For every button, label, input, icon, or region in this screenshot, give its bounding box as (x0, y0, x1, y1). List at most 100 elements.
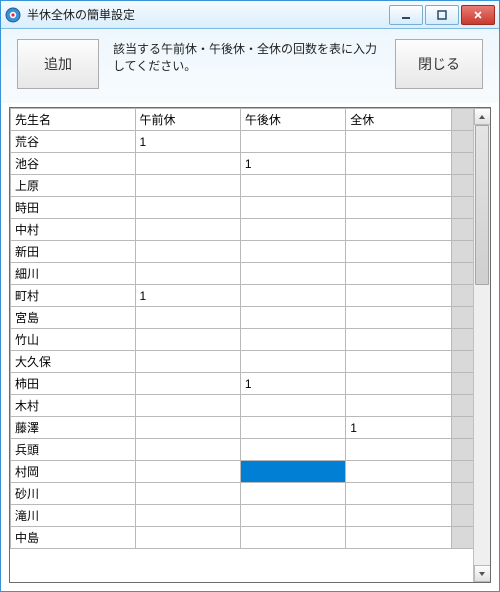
cell-am[interactable] (135, 461, 240, 483)
cell-full[interactable] (346, 241, 451, 263)
cell-am[interactable] (135, 241, 240, 263)
cell-full[interactable] (346, 131, 451, 153)
cell-name[interactable]: 荒谷 (11, 131, 136, 153)
table-row: 藤澤 1 (11, 417, 490, 439)
cell-pm[interactable] (240, 263, 345, 285)
cell-name[interactable]: 大久保 (11, 351, 136, 373)
cell-pm[interactable] (240, 131, 345, 153)
cell-name[interactable]: 兵頭 (11, 439, 136, 461)
cell-am[interactable] (135, 197, 240, 219)
cell-full[interactable] (346, 219, 451, 241)
cell-am[interactable] (135, 307, 240, 329)
cell-pm[interactable] (240, 197, 345, 219)
table-row: 中島 (11, 527, 490, 549)
cell-name[interactable]: 池谷 (11, 153, 136, 175)
table-row: 中村 (11, 219, 490, 241)
cell-pm[interactable] (240, 307, 345, 329)
cell-am[interactable]: 1 (135, 285, 240, 307)
cell-am[interactable] (135, 263, 240, 285)
add-button[interactable]: 追加 (17, 39, 99, 89)
cell-am[interactable] (135, 329, 240, 351)
cell-name[interactable]: 細川 (11, 263, 136, 285)
cell-pm[interactable] (240, 351, 345, 373)
cell-name[interactable]: 時田 (11, 197, 136, 219)
cell-am[interactable] (135, 219, 240, 241)
window-buttons (389, 5, 495, 25)
cell-am[interactable] (135, 351, 240, 373)
cell-pm[interactable] (240, 527, 345, 549)
cell-name[interactable]: 新田 (11, 241, 136, 263)
grid-body[interactable]: 先生名 午前休 午後休 全休 荒谷1池谷1上原時田中村新田細川町村1宮島竹山大久… (10, 108, 490, 582)
cell-full[interactable] (346, 351, 451, 373)
cell-full[interactable] (346, 307, 451, 329)
cell-pm[interactable] (240, 329, 345, 351)
vertical-scrollbar[interactable] (473, 108, 490, 582)
cell-name[interactable]: 砂川 (11, 483, 136, 505)
cell-pm[interactable] (240, 395, 345, 417)
cell-full[interactable] (346, 439, 451, 461)
cell-full[interactable] (346, 395, 451, 417)
cell-am[interactable] (135, 395, 240, 417)
cell-name[interactable]: 竹山 (11, 329, 136, 351)
cell-pm[interactable]: 1 (240, 153, 345, 175)
scroll-track[interactable] (474, 125, 490, 565)
cell-full[interactable] (346, 329, 451, 351)
cell-name[interactable]: 宮島 (11, 307, 136, 329)
cell-name[interactable]: 町村 (11, 285, 136, 307)
cell-name[interactable]: 藤澤 (11, 417, 136, 439)
scroll-up-button[interactable] (474, 108, 491, 125)
header-pm[interactable]: 午後休 (240, 109, 345, 131)
app-icon (5, 7, 21, 23)
cell-pm[interactable] (240, 241, 345, 263)
cell-name[interactable]: 中島 (11, 527, 136, 549)
header-full[interactable]: 全休 (346, 109, 451, 131)
cell-name[interactable]: 柿田 (11, 373, 136, 395)
cell-full[interactable] (346, 197, 451, 219)
scroll-down-button[interactable] (474, 565, 491, 582)
scroll-thumb[interactable] (475, 125, 489, 285)
cell-pm[interactable] (240, 285, 345, 307)
cell-full[interactable] (346, 263, 451, 285)
table-row: 細川 (11, 263, 490, 285)
cell-name[interactable]: 中村 (11, 219, 136, 241)
cell-am[interactable] (135, 527, 240, 549)
header-am[interactable]: 午前休 (135, 109, 240, 131)
cell-pm[interactable] (240, 505, 345, 527)
maximize-button[interactable] (425, 5, 459, 25)
cell-am[interactable] (135, 153, 240, 175)
cell-full[interactable] (346, 373, 451, 395)
cell-am[interactable] (135, 417, 240, 439)
title-bar: 半休全休の簡単設定 (1, 1, 499, 29)
cell-am[interactable] (135, 505, 240, 527)
cell-name[interactable]: 滝川 (11, 505, 136, 527)
cell-full[interactable] (346, 175, 451, 197)
cell-pm[interactable] (240, 439, 345, 461)
cell-am[interactable] (135, 175, 240, 197)
cell-full[interactable] (346, 483, 451, 505)
minimize-button[interactable] (389, 5, 423, 25)
header-row: 先生名 午前休 午後休 全休 (11, 109, 490, 131)
data-grid: 先生名 午前休 午後休 全休 荒谷1池谷1上原時田中村新田細川町村1宮島竹山大久… (9, 107, 491, 583)
cell-name[interactable]: 村岡 (11, 461, 136, 483)
cell-full[interactable] (346, 461, 451, 483)
cell-full[interactable] (346, 285, 451, 307)
cell-pm[interactable]: 1 (240, 373, 345, 395)
cell-pm[interactable] (240, 219, 345, 241)
close-window-button[interactable] (461, 5, 495, 25)
cell-pm[interactable] (240, 483, 345, 505)
header-name[interactable]: 先生名 (11, 109, 136, 131)
cell-full[interactable] (346, 505, 451, 527)
cell-pm[interactable] (240, 461, 345, 483)
cell-pm[interactable] (240, 417, 345, 439)
cell-am[interactable] (135, 373, 240, 395)
cell-am[interactable] (135, 483, 240, 505)
cell-name[interactable]: 上原 (11, 175, 136, 197)
cell-am[interactable] (135, 439, 240, 461)
cell-am[interactable]: 1 (135, 131, 240, 153)
cell-name[interactable]: 木村 (11, 395, 136, 417)
cell-full[interactable] (346, 153, 451, 175)
cell-full[interactable] (346, 527, 451, 549)
close-button[interactable]: 閉じる (395, 39, 483, 89)
cell-pm[interactable] (240, 175, 345, 197)
cell-full[interactable]: 1 (346, 417, 451, 439)
